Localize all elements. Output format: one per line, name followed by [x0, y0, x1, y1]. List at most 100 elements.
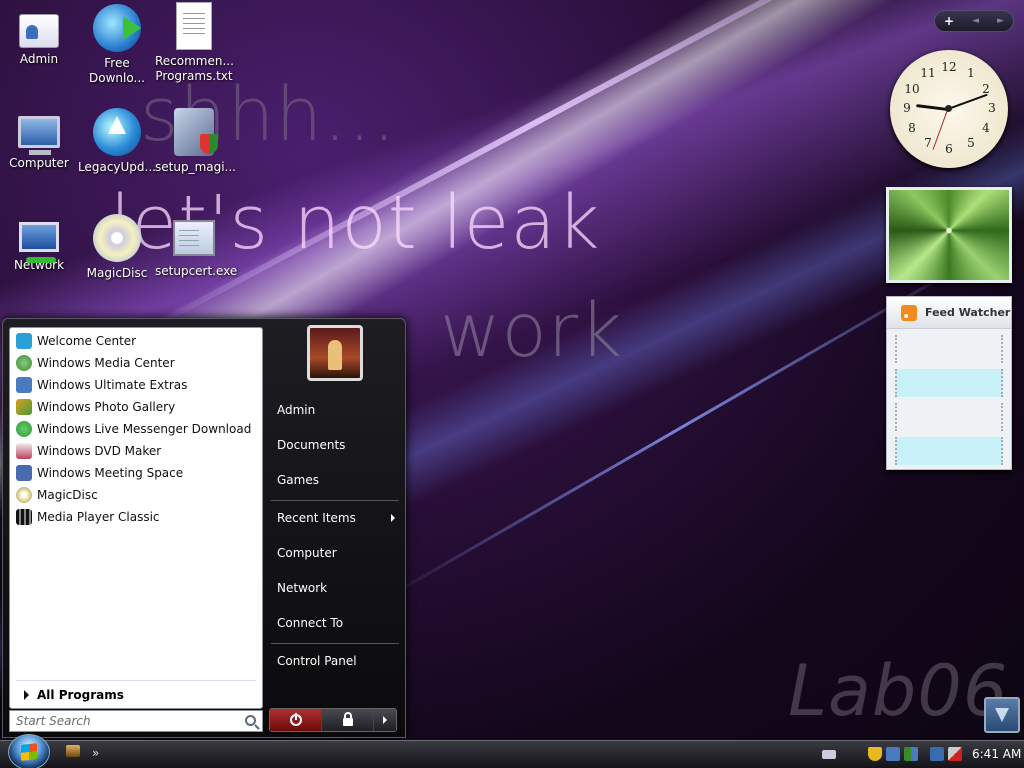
clock-minute-hand: [947, 93, 988, 110]
desktop-icon-label: setupcert.exe: [155, 264, 238, 278]
film-icon: [16, 509, 32, 525]
arrow-right-icon: [24, 690, 29, 700]
divider: [271, 643, 399, 644]
taskbar-clock[interactable]: 6:41 AM: [972, 747, 1021, 761]
program-item-media-player-classic[interactable]: Media Player Classic: [10, 506, 262, 528]
update-globe-icon: [93, 108, 141, 156]
user-folder-icon: [19, 14, 59, 48]
windows-update-icon[interactable]: [886, 747, 900, 761]
welcome-center-icon: [16, 333, 32, 349]
quick-launch-more-button[interactable]: »: [92, 746, 99, 760]
program-label: Welcome Center: [37, 334, 137, 348]
program-item-welcome-center[interactable]: Welcome Center: [10, 330, 262, 352]
previous-page-button[interactable]: ◄: [972, 16, 979, 26]
program-label: Windows DVD Maker: [37, 444, 162, 458]
start-link-connect-to[interactable]: Connect To: [275, 616, 401, 630]
program-label: Windows Ultimate Extras: [37, 378, 188, 392]
shutdown-options-button[interactable]: [374, 709, 396, 731]
show-desktop-button[interactable]: [984, 697, 1020, 733]
all-programs-label: All Programs: [37, 688, 124, 702]
program-label: Windows Photo Gallery: [37, 400, 176, 414]
desktop-icon-computer[interactable]: Computer: [0, 110, 78, 171]
next-page-button[interactable]: ►: [997, 16, 1004, 26]
start-link-documents[interactable]: Documents: [275, 438, 401, 452]
wallpaper-text-line3: work: [440, 288, 624, 374]
recent-items-label: Recent Items: [277, 511, 356, 525]
desktop-icon-setupcert[interactable]: setupcert.exe: [155, 214, 238, 279]
start-search-input[interactable]: Start Search: [9, 710, 263, 732]
chevron-right-icon: [383, 716, 387, 724]
feed-item[interactable]: [895, 403, 1003, 431]
desktop-icon-recommended-programs[interactable]: Recommen... Programs.txt: [155, 2, 234, 84]
feed-watcher-gadget[interactable]: Feed Watcher: [886, 296, 1012, 470]
program-label: MagicDisc: [37, 488, 98, 502]
security-center-icon[interactable]: [904, 747, 918, 761]
desktop-icon-magicdisc[interactable]: MagicDisc: [78, 214, 156, 281]
sidebar-controls: + ◄ ►: [934, 10, 1014, 32]
volume-muted-icon[interactable]: [948, 747, 962, 761]
add-gadget-button[interactable]: +: [944, 14, 954, 28]
desktop-icon-free-download[interactable]: Free Downlo...: [78, 4, 156, 86]
desktop-icon-legacyupdate[interactable]: LegacyUpd...: [78, 108, 156, 175]
feed-item[interactable]: [895, 335, 1003, 363]
program-label: Media Player Classic: [37, 510, 160, 524]
program-item-magicdisc[interactable]: MagicDisc: [10, 484, 262, 506]
installer-icon: [174, 108, 218, 156]
clock-number: 5: [967, 136, 975, 150]
desktop-icon-label: setup_magi...: [155, 160, 236, 174]
start-button[interactable]: [8, 734, 50, 768]
clock-gadget[interactable]: 12 1 2 3 4 5 6 7 8 9 10 11: [890, 50, 1008, 168]
disc-icon: [93, 214, 141, 262]
start-link-control-panel[interactable]: Control Panel: [275, 654, 401, 668]
keyboard-icon[interactable]: [822, 749, 836, 759]
download-globe-icon: [93, 4, 141, 52]
desktop-icon-setup-magic[interactable]: setup_magi...: [155, 108, 236, 175]
search-placeholder: Start Search: [16, 714, 91, 728]
desktop-icon-network[interactable]: Network: [0, 214, 78, 273]
start-link-network[interactable]: Network: [275, 581, 401, 595]
clock-number: 12: [941, 60, 957, 74]
media-center-icon: [16, 355, 32, 371]
computer-icon: [18, 116, 60, 155]
program-label: Windows Meeting Space: [37, 466, 184, 480]
program-item-meeting-space[interactable]: Windows Meeting Space: [10, 462, 262, 484]
search-icon[interactable]: [245, 715, 256, 726]
feed-item[interactable]: [895, 437, 1003, 465]
clock-number: 6: [945, 142, 953, 156]
desktop-icon-label: Recommen... Programs.txt: [155, 54, 234, 83]
slideshow-gadget[interactable]: [886, 187, 1012, 283]
desktop-icon-label: Computer: [9, 156, 69, 170]
program-item-photo-gallery[interactable]: Windows Photo Gallery: [10, 396, 262, 418]
start-link-games[interactable]: Games: [275, 473, 401, 487]
program-item-media-center[interactable]: Windows Media Center: [10, 352, 262, 374]
clock-number: 11: [920, 66, 936, 80]
all-programs-button[interactable]: All Programs: [16, 680, 256, 702]
start-link-admin[interactable]: Admin: [275, 403, 401, 417]
lock-button[interactable]: [322, 709, 374, 731]
program-item-dvd-maker[interactable]: Windows DVD Maker: [10, 440, 262, 462]
user-picture[interactable]: [307, 325, 363, 381]
desktop-icon-admin[interactable]: Admin: [0, 6, 78, 67]
start-link-computer[interactable]: Computer: [275, 546, 401, 560]
quick-launch-icon[interactable]: [66, 745, 80, 757]
rss-icon: [901, 304, 917, 321]
certificate-icon: [173, 220, 215, 256]
network-icon: [19, 222, 59, 263]
desktop-icon-label: Free Downlo...: [89, 56, 145, 85]
divider: [271, 500, 399, 501]
shield-icon[interactable]: [868, 747, 882, 761]
desktop-icon-label: Admin: [19, 52, 59, 66]
program-item-messenger-download[interactable]: Windows Live Messenger Download: [10, 418, 262, 440]
start-link-recent-items[interactable]: Recent Items: [275, 511, 401, 525]
power-controls: [269, 708, 397, 732]
clock-number: 4: [982, 121, 990, 135]
wallpaper-light-beam: [138, 0, 937, 336]
programs-list: Welcome Center Windows Media Center Wind…: [9, 327, 263, 709]
text-file-icon: [176, 2, 212, 50]
desktop-icon-label: LegacyUpd...: [78, 160, 156, 174]
power-button[interactable]: [270, 709, 322, 731]
network-status-icon[interactable]: [930, 747, 944, 761]
clock-number: 8: [908, 121, 916, 135]
program-item-ultimate-extras[interactable]: Windows Ultimate Extras: [10, 374, 262, 396]
feed-item[interactable]: [895, 369, 1003, 397]
